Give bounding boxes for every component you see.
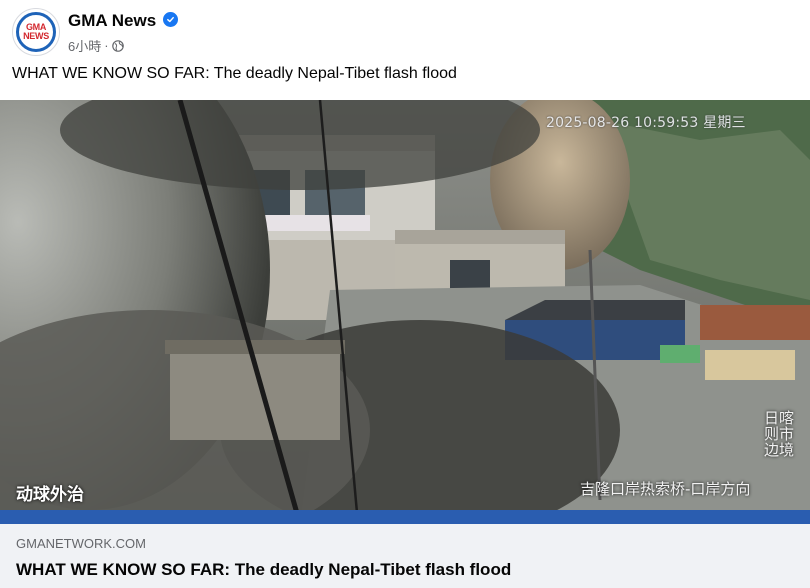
post-caption: WHAT WE KNOW SO FAR: The deadly Nepal-Ti… [12,65,457,82]
media-bottom-bar [0,510,810,524]
camera-timestamp: 2025-08-26 10:59:53 星期三 [546,115,746,131]
link-domain: GMANETWORK.COM [16,536,146,551]
flood-scene-image [0,100,810,524]
post-header: GMA NEWS GMA News 6小時 · [0,0,810,60]
logo-text-bottom: NEWS [23,31,49,41]
link-preview-card[interactable]: GMANETWORK.COM WHAT WE KNOW SO FAR: The … [0,524,810,588]
post-image[interactable]: 2025-08-26 10:59:53 星期三 动球外治 吉隆口岸热索桥-口岸方… [0,100,810,524]
camera-side-label: 日喀则市边境 [764,409,795,459]
verified-badge-icon [163,12,178,27]
link-title[interactable]: WHAT WE KNOW SO FAR: The deadly Nepal-Ti… [16,560,511,580]
image-watermark: 动球外治 [16,485,84,505]
globe-icon[interactable] [111,39,124,52]
camera-location-label: 吉隆口岸热索桥-口岸方向 [580,480,751,498]
post-meta: 6小時 · [68,36,124,55]
meta-separator: · [104,38,109,53]
post-time-link[interactable]: 6小時 [68,36,101,55]
gma-logo: GMA NEWS [16,12,56,52]
page-name-link[interactable]: GMA News [68,11,156,31]
page-avatar[interactable]: GMA NEWS [12,8,60,56]
